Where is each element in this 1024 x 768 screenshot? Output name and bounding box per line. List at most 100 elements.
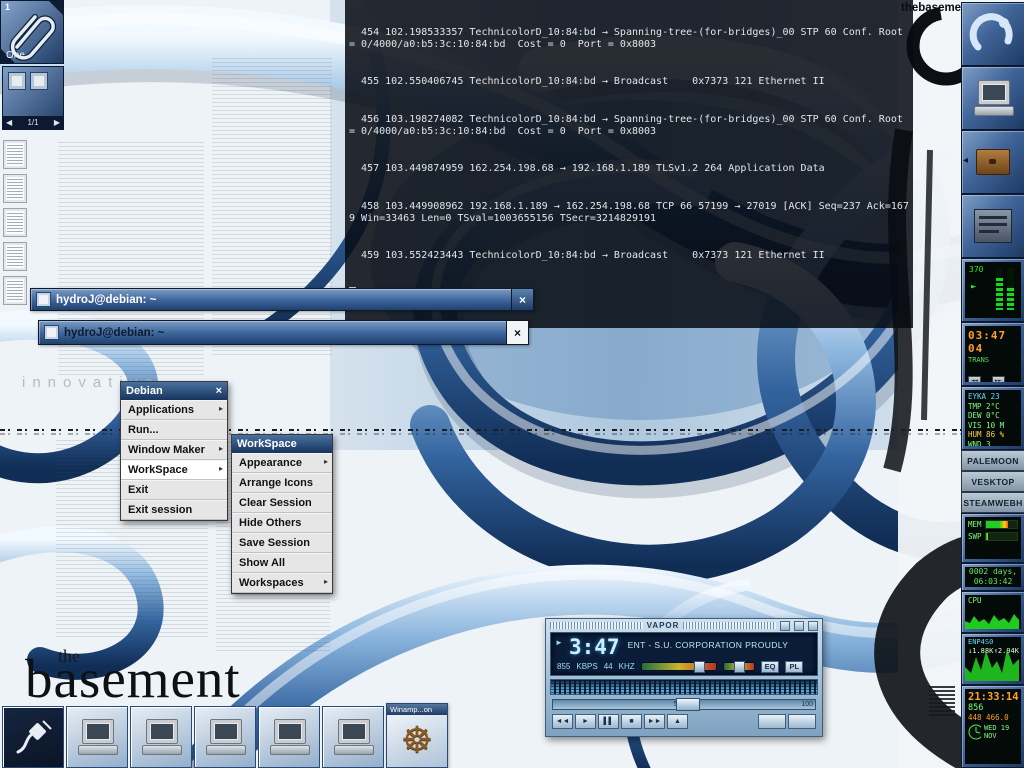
pager-next-button[interactable]: ▶ [54,118,60,127]
drawer-retract-arrow-icon[interactable]: ◂ [963,155,968,166]
dock-tile-machine[interactable] [961,194,1024,258]
miniwindow-terminal[interactable] [322,706,384,768]
miniwindow-network-tool[interactable] [2,706,64,768]
dock-tile-mixer[interactable]: 370 ► [961,258,1024,322]
dock-button-vesktop[interactable]: VESKTOP [961,471,1024,492]
rewind-button[interactable]: ◄◄ [968,376,981,383]
menu-item-workspace[interactable]: WorkSpace▸ [121,460,227,480]
menu-item-exit-session[interactable]: Exit session [121,500,227,520]
balance-slider[interactable] [723,662,755,671]
dock-tile-clock-cluster[interactable]: 21:33:14 856 448 466.0 WED 19 NOV [961,685,1024,768]
winamp-titlebar[interactable]: VAPOR [546,619,822,632]
menu-item-label: Show All [239,557,285,569]
shaded-window-terminal-2[interactable]: hydroJ@debian: ~ × [38,320,529,345]
submenu-arrow-icon: ▸ [219,444,223,453]
mini-app-icon[interactable] [30,72,48,90]
desktop: innovative the basement thebasement 454 … [0,0,1024,768]
miniwindow-terminal[interactable] [258,706,320,768]
winamp-player[interactable]: VAPOR ► 3:47 ENT - S.U. CORPORATION PROU… [545,618,823,737]
menu-item-hide-others[interactable]: Hide Others [232,513,332,533]
previous-button[interactable]: ◄◄ [552,714,573,729]
seek-slider[interactable]: 50 100 [552,699,816,710]
forward-button[interactable]: ►► [992,376,1005,383]
menu-item-window-maker[interactable]: Window Maker▸ [121,440,227,460]
mixer-level-meter[interactable] [996,268,1003,310]
titlebar-ridge [550,622,643,629]
menu-titlebar[interactable]: Debian × [121,382,227,400]
terminal-monitor-icon [270,719,308,755]
shuffle-button[interactable] [758,714,786,729]
stop-button[interactable]: ■ [621,714,642,729]
minimize-button[interactable] [780,621,790,631]
menu-item-label: Save Session [239,537,310,549]
menu-item-applications[interactable]: Applications▸ [121,400,227,420]
menu-item-exit[interactable]: Exit [121,480,227,500]
shaded-window-terminal-1[interactable]: hydroJ@debian: ~ × [30,288,534,311]
menu-item-workspaces[interactable]: Workspaces▸ [232,573,332,593]
machine-icon [974,209,1012,243]
dock-tile-memory-monitor[interactable]: MEM SWP [961,513,1024,563]
pager-prev-button[interactable]: ◀ [6,118,12,127]
close-button[interactable]: × [511,289,533,310]
submenu-arrow-icon: ▸ [219,464,223,473]
close-icon[interactable]: × [216,385,222,397]
dock-button-steamwebhelper[interactable]: STEAMWEBH [961,492,1024,513]
close-button[interactable] [808,621,818,631]
dock-tile-terminal[interactable] [961,66,1024,130]
menu-titlebar[interactable]: WorkSpace [232,435,332,453]
wallpaper-barcode [929,686,955,718]
dock-tile-weather[interactable]: EYKA 23 TMP 2°C DEW 0°C VIS 10 M HUM 86 … [961,386,1024,450]
terminal-monitor-icon [974,80,1012,116]
terminal-monitor-icon [334,719,372,755]
dock-tile-uptime[interactable]: 0002 days, 06:03:42 [961,563,1024,591]
balance-knob[interactable] [734,661,745,673]
terminal-window[interactable]: 454 102.198533357 TechnicolorD_10:84:bd … [345,0,913,328]
seek-knob[interactable] [676,698,700,711]
pause-button[interactable]: ▌▌ [598,714,619,729]
dock-tile-windowmaker[interactable] [961,2,1024,66]
dock-button-palemoon[interactable]: PALEMOON [961,450,1024,471]
wallpaper-page-thumbnail [3,276,27,305]
window-title: hydroJ@debian: ~ [56,294,156,306]
dock-tile-clock-transport[interactable]: 03:47 04 TRANS ◄◄ ►► ▌▌ ► [961,322,1024,386]
next-button[interactable]: ►► [644,714,665,729]
dock-tile-drawer[interactable]: ◂ [961,130,1024,194]
miniwindow-terminal[interactable] [130,706,192,768]
menu-item-appearance[interactable]: Appearance▸ [232,453,332,473]
volume-slider[interactable] [641,662,717,671]
menu-item-show-all[interactable]: Show All [232,553,332,573]
play-button[interactable]: ► [575,714,596,729]
miniwindow-terminal[interactable] [66,706,128,768]
playlist-button[interactable]: PL [785,661,803,673]
winamp-track-title: ENT - S.U. CORPORATION PROUDLY [628,633,817,660]
menu-item-label: Clear Session [239,497,312,509]
weather-temp: TMP 2°C [965,402,1021,412]
play-status-icon: ► [551,633,565,660]
window-mini-icon [36,292,51,307]
miniwindow-winamp[interactable]: Winamp...on ☸ [386,703,448,768]
repeat-button[interactable] [788,714,816,729]
close-button[interactable]: × [506,321,528,344]
workspace-pager[interactable]: ◀ 1/1 ▶ [2,66,64,130]
workspace-name: One [6,50,25,61]
mini-app-icon[interactable] [8,72,26,90]
terminal-line: 455 102.550406745 TechnicolorD_10:84:bd … [349,76,909,88]
menu-title-text: WorkSpace [237,438,297,450]
menu-item-arrange-icons[interactable]: Arrange Icons [232,473,332,493]
shade-button[interactable] [794,621,804,631]
menu-item-clear-session[interactable]: Clear Session [232,493,332,513]
miniwindow-title: Winamp...on [387,704,447,715]
eject-button[interactable]: ▲ [667,714,688,729]
equalizer-button[interactable]: EQ [761,661,780,673]
mixer-level-meter[interactable] [1007,268,1014,310]
miniwindow-terminal[interactable] [194,706,256,768]
dock-tile-network-monitor[interactable]: ENP4S0 ↓1.88K ↑2.94K [961,633,1024,685]
workspace-clip[interactable]: 1 One [0,0,64,64]
dock-tile-cpu-monitor[interactable]: CPU [961,591,1024,633]
swap-usage-bar [985,532,1018,541]
menu-item-label: Workspaces [239,577,304,589]
volume-knob[interactable] [694,661,705,673]
mixer-play-icon[interactable]: ► [971,282,976,292]
menu-item-run[interactable]: Run... [121,420,227,440]
menu-item-save-session[interactable]: Save Session [232,533,332,553]
